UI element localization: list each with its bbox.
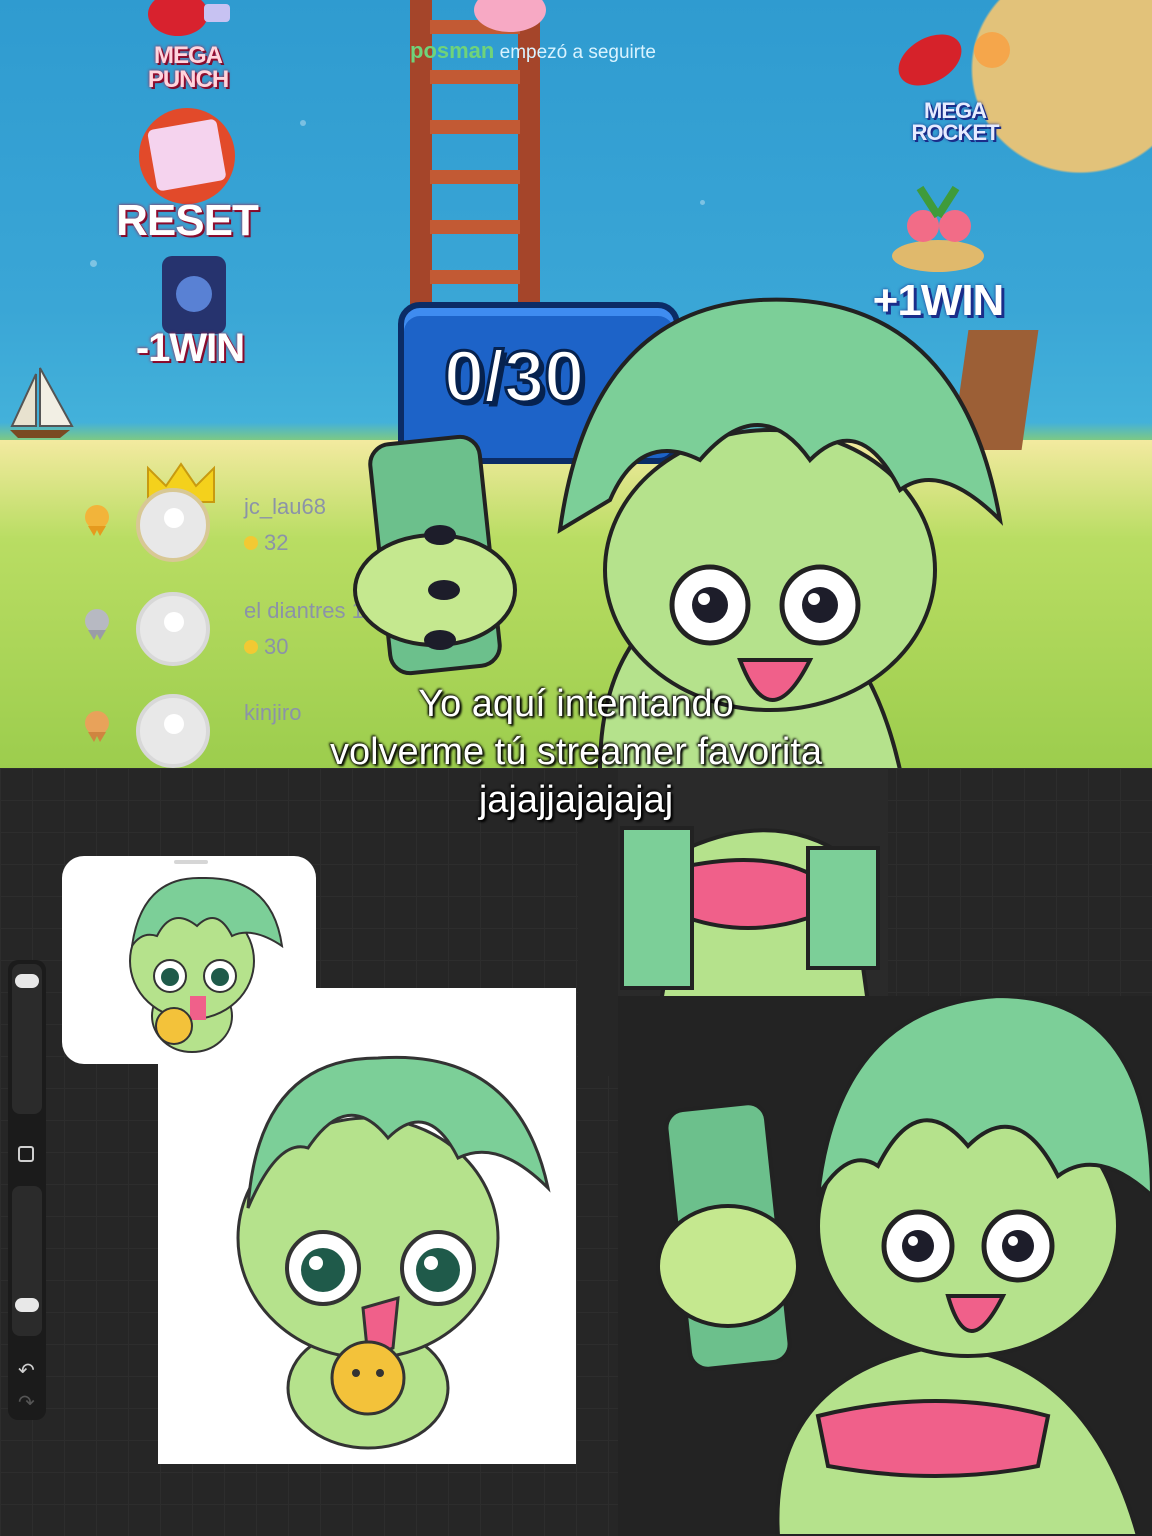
gift-minus-win: -1WIN bbox=[120, 250, 260, 371]
follow-message: empezó a seguirte bbox=[499, 42, 656, 63]
avatar bbox=[136, 592, 210, 666]
sea-sparkle bbox=[700, 200, 705, 205]
artwork-selfie-closeup bbox=[618, 996, 1152, 1536]
undo-icon[interactable]: ↶ bbox=[18, 1358, 35, 1383]
chibi-reference-thumbnail bbox=[129, 876, 284, 1053]
leaderboard-coins: 32 bbox=[244, 530, 288, 556]
island-icon bbox=[892, 185, 984, 272]
boxing-glove-icon bbox=[148, 0, 230, 36]
follow-notification: posman empezó a seguirte bbox=[410, 38, 656, 64]
gift-label: MEGA ROCKET bbox=[911, 98, 1000, 145]
slider-knob[interactable] bbox=[15, 974, 39, 988]
sea-sparkle bbox=[300, 120, 306, 126]
gift-reset: RESET bbox=[112, 106, 262, 246]
sailboat-icon bbox=[10, 367, 74, 438]
reference-image-card[interactable] bbox=[62, 856, 316, 1064]
silver-medal-icon bbox=[85, 609, 109, 640]
drag-handle[interactable] bbox=[174, 860, 208, 864]
modify-button[interactable] bbox=[18, 1146, 34, 1162]
caption-line: volverme tú streamer favorita bbox=[329, 731, 823, 773]
gift-mega-punch: MEGA PUNCH bbox=[128, 0, 248, 92]
rocket-corgi-icon bbox=[898, 32, 1010, 86]
gift-label: RESET bbox=[116, 196, 259, 245]
game-stream: posman empezó a seguirte MEGA PUNCH RESE… bbox=[0, 0, 1152, 768]
gift-label: -1WIN bbox=[135, 326, 245, 370]
gift-mega-rocket: MEGA ROCKET bbox=[880, 10, 1030, 144]
avatar bbox=[136, 488, 210, 562]
slider-knob[interactable] bbox=[15, 1298, 39, 1312]
caption-line: jajajjajajajaj bbox=[478, 779, 674, 821]
pink-pig-icon bbox=[474, 0, 546, 32]
leaderboard-coins: 30 bbox=[244, 634, 288, 660]
gold-medal-icon bbox=[85, 505, 109, 536]
video-caption: Yo aquí intentando volverme tú streamer … bbox=[0, 680, 1152, 824]
sea-sparkle bbox=[90, 260, 97, 267]
follower-username: posman bbox=[410, 38, 495, 63]
gift-label: MEGA PUNCH bbox=[147, 42, 229, 93]
side-toolbar: ↶ ↷ bbox=[8, 960, 46, 1420]
leaderboard-username: jc_lau68 bbox=[244, 494, 326, 519]
caption-line: Yo aquí intentando bbox=[418, 683, 734, 725]
brush-size-slider[interactable] bbox=[12, 964, 42, 1114]
redo-icon[interactable]: ↷ bbox=[18, 1390, 35, 1415]
opacity-slider[interactable] bbox=[12, 1186, 42, 1336]
